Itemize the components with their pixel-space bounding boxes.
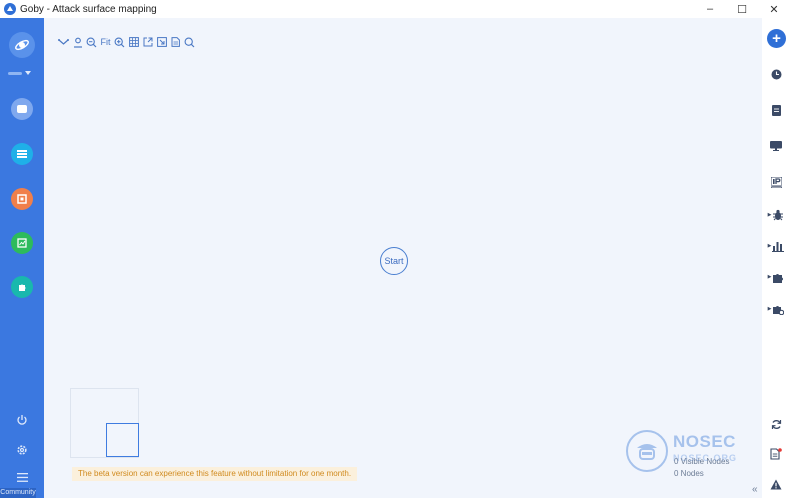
add-scan-button[interactable]: + bbox=[767, 29, 786, 48]
watermark-title: NOSEC bbox=[673, 432, 736, 451]
monitor-icon bbox=[770, 141, 782, 151]
minimize-button[interactable]: – bbox=[694, 0, 726, 18]
minimap-viewport[interactable] bbox=[106, 423, 139, 457]
power-icon bbox=[17, 415, 27, 425]
puzzle-icon bbox=[19, 284, 26, 291]
title-bar: Goby - Attack surface mapping – ☐ ✕ bbox=[0, 0, 790, 18]
window-controls: – ☐ ✕ bbox=[694, 0, 790, 18]
refresh-icon bbox=[771, 419, 781, 429]
zoom-in-icon bbox=[114, 37, 125, 47]
goby-app-icon bbox=[4, 3, 16, 15]
nav-assets-button[interactable] bbox=[11, 98, 33, 120]
caret-right-icon: ▶ bbox=[767, 274, 772, 280]
username-placeholder bbox=[8, 71, 22, 75]
assets-icon bbox=[17, 105, 27, 113]
list-icon bbox=[17, 150, 27, 158]
chart-icon bbox=[17, 238, 27, 248]
power-button[interactable] bbox=[13, 411, 31, 429]
extension-settings-icon bbox=[773, 305, 785, 315]
history-button[interactable] bbox=[766, 65, 786, 83]
menu-button[interactable] bbox=[13, 468, 31, 486]
canvas-toolbar: Fit bbox=[58, 35, 195, 49]
minimap[interactable] bbox=[70, 388, 139, 458]
nav-list-button[interactable] bbox=[11, 143, 33, 165]
document-icon bbox=[171, 37, 180, 47]
fit-button[interactable]: Fit bbox=[100, 36, 111, 48]
nav-plugin-button[interactable] bbox=[11, 276, 33, 298]
right-sidebar: + ▶ ▶ ▶ ▶ bbox=[762, 18, 790, 498]
window-title: Goby - Attack surface mapping bbox=[20, 3, 157, 15]
notification-document-icon bbox=[770, 448, 782, 460]
chevron-down-icon bbox=[25, 71, 31, 75]
nav-report-button[interactable] bbox=[11, 188, 33, 210]
left-sidebar: Community bbox=[0, 18, 44, 498]
caret-right-icon: ▶ bbox=[767, 243, 772, 249]
ip-button[interactable] bbox=[766, 173, 786, 191]
layout-icon bbox=[58, 39, 69, 45]
statistics-button[interactable]: ▶ bbox=[766, 237, 786, 255]
hosts-button[interactable] bbox=[766, 137, 786, 155]
document-button[interactable] bbox=[170, 36, 181, 48]
goby-logo-icon[interactable] bbox=[9, 32, 35, 58]
person-icon bbox=[73, 37, 82, 48]
table-view-button[interactable] bbox=[128, 36, 139, 48]
beta-notice: The beta version can experience this fea… bbox=[72, 467, 358, 481]
import-icon bbox=[156, 37, 167, 47]
plugins-button[interactable]: ▶ bbox=[766, 268, 786, 286]
scan-report-button[interactable] bbox=[766, 101, 786, 119]
caret-right-icon: ▶ bbox=[767, 212, 772, 218]
bar-chart-icon bbox=[772, 241, 785, 252]
settings-button[interactable] bbox=[13, 441, 31, 459]
extensions-button[interactable]: ▶ bbox=[766, 300, 786, 318]
zoom-out-icon bbox=[86, 37, 97, 47]
collapse-panel-button[interactable]: « bbox=[752, 484, 758, 495]
puzzle-icon bbox=[773, 273, 784, 283]
export-button[interactable] bbox=[142, 36, 153, 48]
external-link-icon bbox=[143, 37, 152, 47]
total-nodes-count: 0 Nodes bbox=[674, 469, 704, 478]
refresh-button[interactable] bbox=[766, 415, 786, 433]
gear-icon bbox=[17, 445, 27, 455]
layout-tool[interactable] bbox=[58, 36, 69, 48]
notifications-button[interactable] bbox=[766, 445, 786, 463]
node-counts: 0 Visible Nodes 0 Nodes bbox=[674, 456, 729, 480]
search-icon bbox=[184, 37, 195, 47]
topology-canvas[interactable]: Fit Start The beta version can experienc… bbox=[44, 18, 762, 498]
zoom-out-button[interactable] bbox=[86, 36, 97, 48]
search-button[interactable] bbox=[184, 36, 195, 48]
alerts-button[interactable] bbox=[766, 475, 786, 493]
caret-right-icon: ▶ bbox=[767, 306, 772, 312]
clock-icon bbox=[771, 69, 781, 79]
nosec-logo-icon bbox=[626, 430, 668, 472]
document-icon bbox=[771, 104, 781, 116]
import-button[interactable] bbox=[156, 36, 167, 48]
person-tool[interactable] bbox=[72, 36, 83, 48]
table-icon bbox=[128, 37, 139, 47]
maximize-button[interactable]: ☐ bbox=[726, 0, 758, 18]
visible-nodes-count: 0 Visible Nodes bbox=[674, 457, 730, 466]
vulnerabilities-button[interactable]: ▶ bbox=[766, 206, 786, 224]
report-icon bbox=[17, 194, 27, 204]
hamburger-menu-icon bbox=[16, 472, 28, 482]
close-button[interactable]: ✕ bbox=[758, 0, 790, 18]
ip-icon bbox=[770, 176, 782, 188]
warning-icon bbox=[770, 479, 782, 489]
bug-icon bbox=[773, 209, 784, 221]
edition-badge: Community bbox=[0, 488, 36, 498]
user-menu[interactable] bbox=[8, 69, 36, 77]
start-node[interactable]: Start bbox=[380, 247, 408, 275]
zoom-in-button[interactable] bbox=[114, 36, 125, 48]
nav-chart-button[interactable] bbox=[11, 232, 33, 254]
